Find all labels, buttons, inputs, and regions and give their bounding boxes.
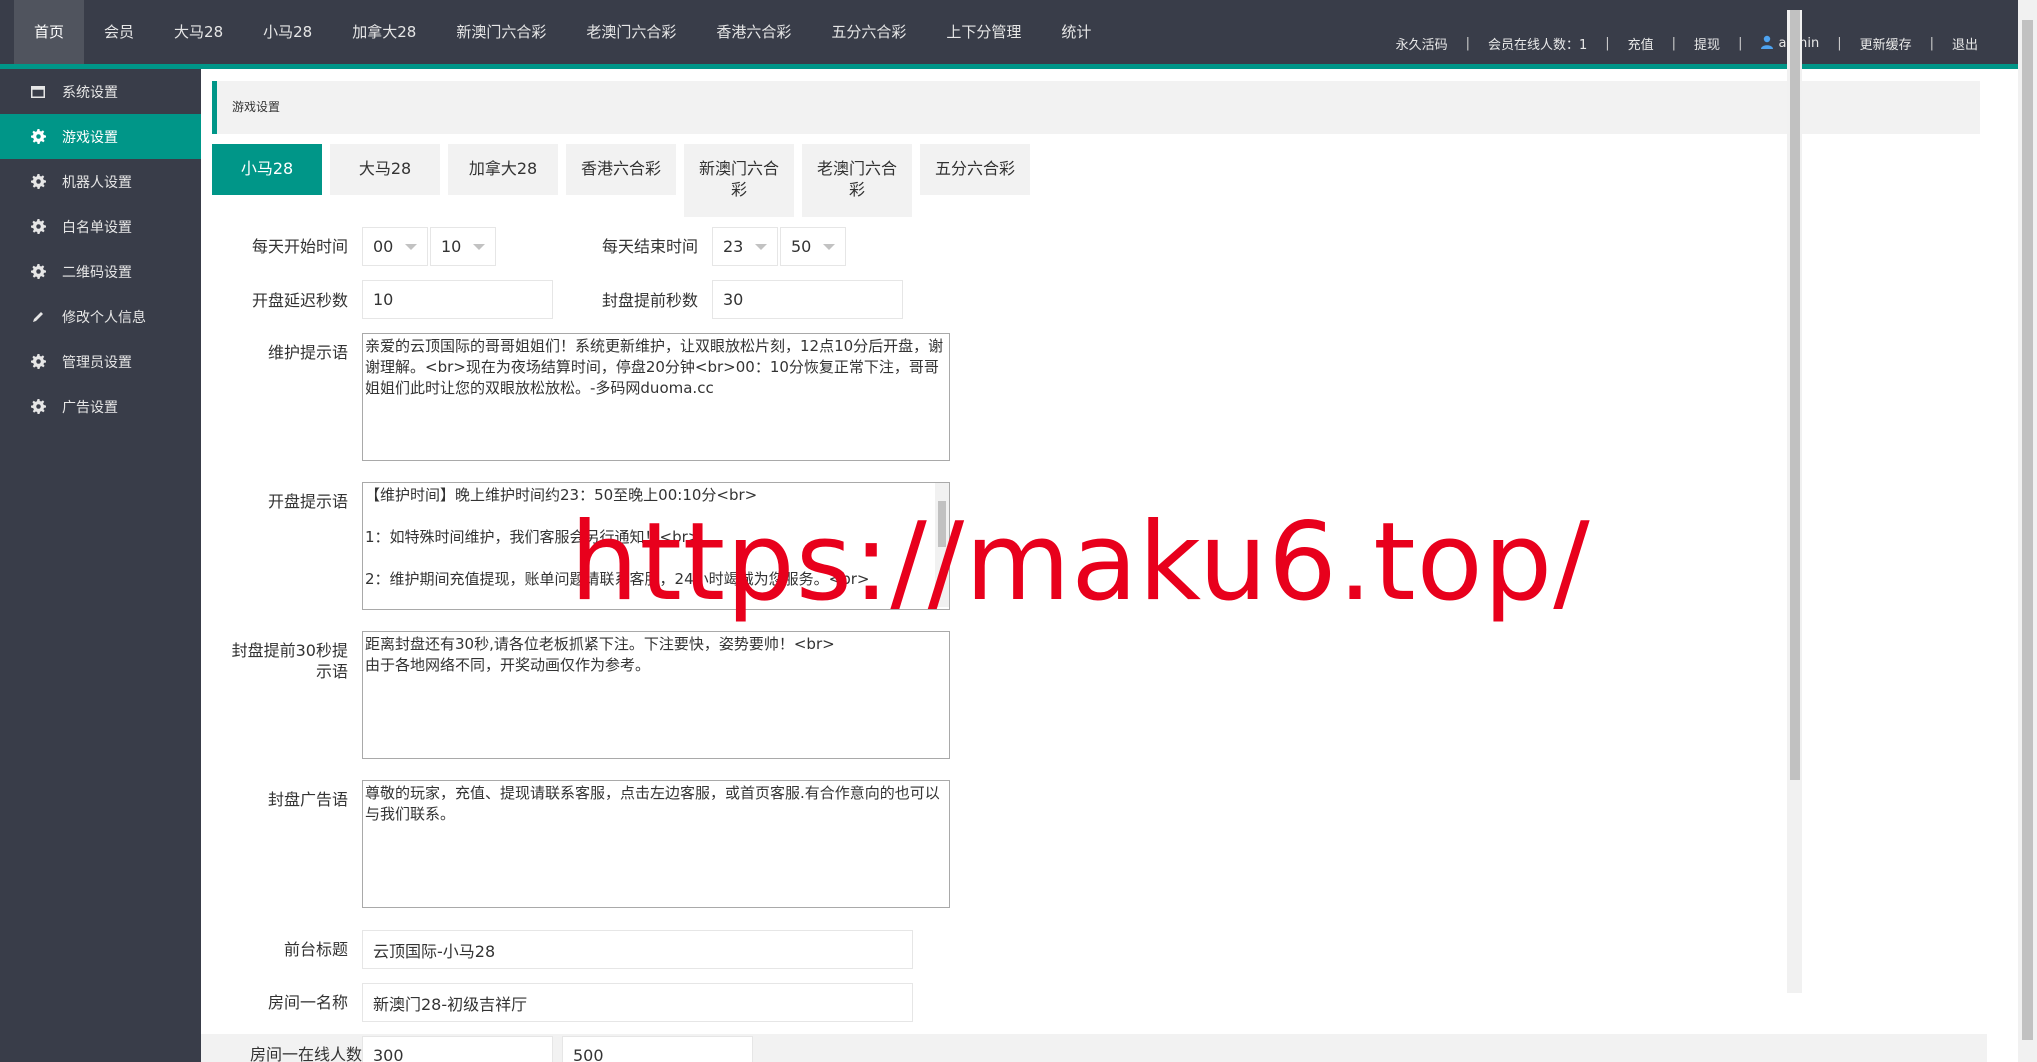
end-hour-select[interactable]: 23 [712, 227, 778, 266]
room1-name-label: 房间一名称 [267, 993, 348, 1012]
start-time-label: 每天开始时间 [251, 237, 348, 256]
chevron-down-icon [405, 244, 417, 250]
sidebar-item-label: 白名单设置 [62, 219, 132, 236]
start-hour-select[interactable]: 00 [362, 227, 428, 266]
tab-xiaoma28[interactable]: 小马28 [212, 144, 322, 195]
tab-new-macau-lottery[interactable]: 新澳门六合彩 [684, 144, 794, 217]
sidebar-item-qrcode-settings[interactable]: 二维码设置 [0, 249, 201, 294]
nav-credit-management[interactable]: 上下分管理 [926, 0, 1041, 64]
withdraw-link[interactable]: 提现 [1694, 34, 1720, 53]
sidebar-item-robot-settings[interactable]: 机器人设置 [0, 159, 201, 204]
gear-icon [30, 264, 46, 280]
logout-link[interactable]: 退出 [1952, 34, 1978, 53]
tab-five-minute-lottery[interactable]: 五分六合彩 [920, 144, 1030, 195]
close-ad-textarea[interactable]: 尊敬的玩家，充值、提现请联系客服，点击左边客服，或首页客服.有合作意向的也可以与… [362, 780, 950, 908]
separator: | [1929, 35, 1934, 51]
gear-icon [30, 174, 46, 190]
nav-home[interactable]: 首页 [14, 0, 85, 64]
room1-online-min-input[interactable] [362, 1036, 553, 1062]
page-scrollbar[interactable] [2018, 0, 2037, 1062]
sidebar-item-label: 管理员设置 [62, 354, 132, 371]
sidebar-item-label: 机器人设置 [62, 174, 132, 191]
watermark-text: https://maku6.top/ [570, 500, 1591, 625]
nav-members[interactable]: 会员 [84, 0, 154, 64]
end-hour-value: 23 [723, 237, 744, 256]
breadcrumb: 游戏设置 [212, 81, 1980, 134]
start-minute-select[interactable]: 10 [430, 227, 496, 266]
sidebar: 系统设置 游戏设置 机器人设置 白名单设置 二维码设置 修改个人信息 管理员设置… [0, 69, 201, 1062]
separator: | [1465, 35, 1470, 51]
front-title-label: 前台标题 [283, 940, 348, 959]
start-minute-value: 10 [441, 237, 462, 256]
sidebar-item-edit-profile[interactable]: 修改个人信息 [0, 294, 201, 339]
nav-five-minute-lottery[interactable]: 五分六合彩 [811, 0, 926, 64]
chevron-down-icon [755, 244, 767, 250]
nav-dama28[interactable]: 大马28 [154, 0, 243, 64]
tab-hongkong-lottery[interactable]: 香港六合彩 [566, 144, 676, 195]
nav-old-macau-lottery[interactable]: 老澳门六合彩 [566, 0, 696, 64]
recharge-link[interactable]: 充值 [1628, 34, 1654, 53]
end-minute-select[interactable]: 50 [780, 227, 846, 266]
end-minute-value: 50 [791, 237, 812, 256]
close-ahead-label: 封盘提前秒数 [601, 291, 698, 310]
close30-label: 封盘提前30秒提示语 [231, 641, 348, 681]
nav-canada28[interactable]: 加拿大28 [332, 0, 436, 64]
separator: | [1605, 35, 1610, 51]
end-time-label: 每天结束时间 [601, 237, 698, 256]
close-ahead-input[interactable] [712, 280, 903, 319]
user-icon [1761, 35, 1774, 49]
window-icon [30, 84, 46, 100]
sidebar-item-ad-settings[interactable]: 广告设置 [0, 384, 201, 429]
nav-new-macau-lottery[interactable]: 新澳门六合彩 [436, 0, 566, 64]
sidebar-item-game-settings[interactable]: 游戏设置 [0, 114, 201, 159]
gear-icon [30, 354, 46, 370]
sidebar-item-label: 二维码设置 [62, 264, 132, 281]
tab-canada28[interactable]: 加拿大28 [448, 144, 558, 195]
activation-link[interactable]: 永久活码 [1396, 34, 1448, 53]
chevron-down-icon [823, 244, 835, 250]
separator: | [1837, 35, 1842, 51]
game-tabs: 小马28 大马28 加拿大28 香港六合彩 新澳门六合彩 老澳门六合彩 五分六合… [212, 144, 1038, 217]
open-tip-label: 开盘提示语 [267, 492, 348, 511]
room1-online-label: 房间一在线人数 [249, 1045, 362, 1062]
open-delay-input[interactable] [362, 280, 553, 319]
main-nav: 首页 会员 大马28 小马28 加拿大28 新澳门六合彩 老澳门六合彩 香港六合… [14, 0, 1111, 64]
nav-statistics[interactable]: 统计 [1041, 0, 1111, 64]
front-title-input[interactable] [362, 930, 913, 969]
sidebar-item-label: 修改个人信息 [62, 309, 146, 326]
online-count: 会员在线人数：1 [1487, 37, 1588, 53]
close-ad-label: 封盘广告语 [267, 790, 348, 809]
pencil-icon [30, 309, 46, 325]
sidebar-item-system-settings[interactable]: 系统设置 [0, 69, 201, 114]
close30-textarea[interactable]: 距离封盘还有30秒,请各位老板抓紧下注。下注要快，姿势要帅！<br> 由于各地网… [362, 631, 950, 759]
room1-online-max-input[interactable] [562, 1036, 753, 1062]
room1-name-input[interactable] [362, 983, 913, 1022]
nav-xiaoma28[interactable]: 小马28 [243, 0, 332, 64]
sidebar-item-label: 广告设置 [62, 399, 118, 416]
sidebar-item-admin-settings[interactable]: 管理员设置 [0, 339, 201, 384]
separator: | [1671, 35, 1677, 51]
separator: | [1738, 35, 1743, 51]
maintenance-label: 维护提示语 [267, 343, 348, 362]
gear-icon [30, 129, 46, 145]
tab-old-macau-lottery[interactable]: 老澳门六合彩 [802, 144, 912, 217]
open-delay-label: 开盘延迟秒数 [251, 291, 348, 310]
nav-hongkong-lottery[interactable]: 香港六合彩 [696, 0, 811, 64]
scrollbar-thumb[interactable] [1790, 10, 1800, 780]
tab-dama28[interactable]: 大马28 [330, 144, 440, 195]
gear-icon [30, 219, 46, 235]
sidebar-item-whitelist-settings[interactable]: 白名单设置 [0, 204, 201, 249]
chevron-down-icon [473, 244, 485, 250]
refresh-cache-link[interactable]: 更新缓存 [1860, 34, 1912, 53]
gear-icon [30, 399, 46, 415]
sidebar-item-label: 系统设置 [62, 84, 118, 101]
scrollbar-thumb[interactable] [2022, 20, 2033, 1040]
top-navbar: 首页 会员 大马28 小马28 加拿大28 新澳门六合彩 老澳门六合彩 香港六合… [0, 0, 2018, 64]
sidebar-item-label: 游戏设置 [62, 129, 118, 146]
start-hour-value: 00 [373, 237, 394, 256]
main-scrollbar[interactable] [1787, 10, 1802, 993]
maintenance-textarea[interactable]: 亲爱的云顶国际的哥哥姐姐们！系统更新维护，让双眼放松片刻，12点10分后开盘，谢… [362, 333, 950, 461]
